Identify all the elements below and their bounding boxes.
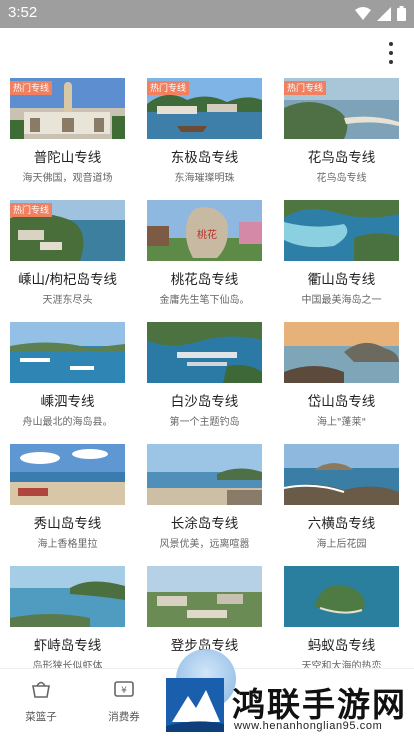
route-title: 嵊山/枸杞岛专线 [17, 272, 118, 288]
route-card-changtudao[interactable]: 长涂岛专线 风景优美，远离喧嚣 [147, 444, 262, 556]
wifi-icon [355, 6, 371, 20]
route-subtitle: 天涯东尽头 [42, 295, 93, 306]
status-time: 3:52 [8, 4, 38, 21]
route-subtitle: 金庸先生笔下仙岛。 [159, 295, 250, 306]
tab-label: 消费券 [108, 711, 140, 723]
route-photo [10, 322, 125, 383]
route-title: 岱山岛专线 [307, 394, 376, 410]
hot-route-badge: 热门专线 [10, 81, 53, 95]
hot-route-badge: 热门专线 [147, 81, 190, 95]
route-photo: 桃花 [147, 200, 262, 261]
route-photo [284, 322, 399, 383]
route-title: 花鸟岛专线 [307, 150, 376, 166]
route-photo: 热门专线 [147, 78, 262, 139]
route-card-putuoshan[interactable]: 热门专线 普陀山专线 海天佛国，观音道场 [10, 78, 125, 190]
route-title: 衢山岛专线 [307, 272, 376, 288]
watermark-logo-icon [166, 678, 224, 732]
route-title: 虾峙岛专线 [33, 638, 102, 654]
route-photo [147, 566, 262, 627]
app-bar [0, 28, 414, 76]
tab-coupon[interactable]: ¥ 消费券 [94, 679, 154, 724]
route-photo [284, 566, 399, 627]
tab-label: 菜篮子 [25, 711, 57, 723]
route-subtitle: 舟山最北的海岛县。 [22, 417, 113, 428]
route-photo: 热门专线 [10, 78, 125, 139]
status-bar: 3:52 [0, 0, 414, 28]
route-card-taohuadao[interactable]: 桃花 桃花岛专线 金庸先生笔下仙岛。 [147, 200, 262, 312]
route-subtitle: 海天佛国，观音道场 [22, 173, 113, 184]
route-photo: 热门专线 [284, 78, 399, 139]
route-card-daishandao[interactable]: 岱山岛专线 海上"蓬莱" [284, 322, 399, 434]
route-subtitle: 第一个主题钓岛 [169, 417, 240, 428]
battery-icon [397, 6, 406, 21]
route-card-shengsi[interactable]: 嵊泗专线 舟山最北的海岛县。 [10, 322, 125, 434]
route-grid: 热门专线 普陀山专线 海天佛国，观音道场 热门专线 东极岛专线 东海璀璨明珠 热… [0, 78, 414, 668]
route-title: 桃花岛专线 [170, 272, 239, 288]
svg-text:桃花: 桃花 [197, 228, 217, 241]
route-subtitle: 中国最美海岛之一 [301, 295, 382, 306]
route-photo [10, 566, 125, 627]
route-subtitle: 岛形狭长似虾体 [32, 661, 103, 668]
route-title: 长涂岛专线 [170, 516, 239, 532]
route-card-huaniaodao[interactable]: 热门专线 花鸟岛专线 花鸟岛专线 [284, 78, 399, 190]
svg-text:¥: ¥ [121, 686, 127, 696]
route-photo [284, 444, 399, 505]
watermark: 鸿联手游网 www.henanhonglian95.com [164, 650, 414, 736]
route-subtitle: 花鸟岛专线 [316, 173, 367, 184]
route-subtitle: 风景优美，远离喧嚣 [159, 539, 250, 550]
hot-route-badge: 热门专线 [10, 203, 53, 217]
signal-icon [377, 6, 391, 21]
route-card-shengshan-gouqi[interactable]: 热门专线 嵊山/枸杞岛专线 天涯东尽头 [10, 200, 125, 312]
hot-route-badge: 热门专线 [284, 81, 327, 95]
basket-icon [32, 681, 50, 698]
route-title: 东极岛专线 [170, 150, 239, 166]
watermark-url: www.henanhonglian95.com [234, 720, 383, 732]
route-title: 嵊泗专线 [40, 394, 95, 410]
route-subtitle: 海上"蓬莱" [316, 417, 367, 428]
route-title: 秀山岛专线 [33, 516, 102, 532]
route-subtitle: 海上后花园 [316, 539, 367, 550]
route-card-liuhengdao[interactable]: 六横岛专线 海上后花园 [284, 444, 399, 556]
route-photo: 热门专线 [10, 200, 125, 261]
watermark-brand: 鸿联手游网 [232, 685, 407, 724]
more-options-icon[interactable] [382, 42, 400, 64]
route-title: 六横岛专线 [307, 516, 376, 532]
route-card-dongjidao[interactable]: 热门专线 东极岛专线 东海璀璨明珠 [147, 78, 262, 190]
route-photo [147, 322, 262, 383]
route-card-xiushandao[interactable]: 秀山岛专线 海上香格里拉 [10, 444, 125, 556]
route-card-baishadao[interactable]: 白沙岛专线 第一个主题钓岛 [147, 322, 262, 434]
route-title: 白沙岛专线 [170, 394, 239, 410]
route-photo [147, 444, 262, 505]
route-photo [284, 200, 399, 261]
route-title: 普陀山专线 [33, 150, 102, 166]
coupon-icon: ¥ [114, 681, 134, 697]
route-subtitle: 东海璀璨明珠 [174, 173, 235, 184]
route-card-qushandao[interactable]: 衢山岛专线 中国最美海岛之一 [284, 200, 399, 312]
route-photo [10, 444, 125, 505]
tab-basket[interactable]: 菜篮子 [11, 679, 71, 724]
route-card-xiazhidao[interactable]: 虾峙岛专线 岛形狭长似虾体 [10, 566, 125, 668]
route-subtitle: 海上香格里拉 [37, 539, 98, 550]
